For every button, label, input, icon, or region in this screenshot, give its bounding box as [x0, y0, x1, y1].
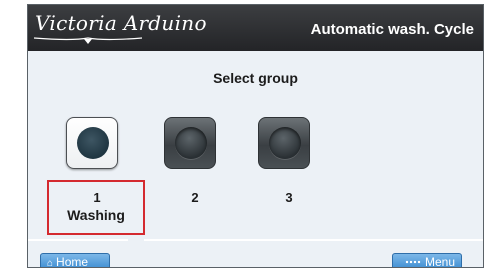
group-3-number: 3 [285, 190, 293, 205]
menu-button[interactable]: Menu [392, 253, 462, 268]
home-icon: ⌂ [47, 258, 54, 268]
screen-title: Automatic wash. Cycle [310, 21, 474, 38]
group-2-circle-icon [175, 127, 207, 159]
header-bar: Victoria Arduino Automatic wash. Cycle [28, 5, 483, 51]
home-button-label: Home [56, 255, 89, 268]
screen: Victoria Arduino Automatic wash. Cycle S… [27, 4, 484, 268]
select-group-label: Select group [213, 70, 298, 86]
group-3-circle-icon [269, 127, 301, 159]
group-1-button[interactable] [66, 117, 118, 169]
footer-divider-right [144, 239, 483, 241]
home-button[interactable]: ⌂ Home [40, 253, 110, 268]
device-frame: Victoria Arduino Automatic wash. Cycle S… [0, 0, 487, 278]
active-group-highlight [47, 180, 145, 235]
group-2-button[interactable] [164, 117, 216, 169]
group-1-circle-icon [77, 127, 109, 159]
group-3-button[interactable] [258, 117, 310, 169]
logo-swoosh-icon [33, 37, 143, 44]
menu-button-label: Menu [424, 255, 455, 268]
group-2-number: 2 [191, 190, 199, 205]
menu-grid-icon [404, 259, 421, 265]
footer-divider-left [28, 239, 128, 241]
brand-logo: Victoria Arduino [35, 11, 207, 35]
